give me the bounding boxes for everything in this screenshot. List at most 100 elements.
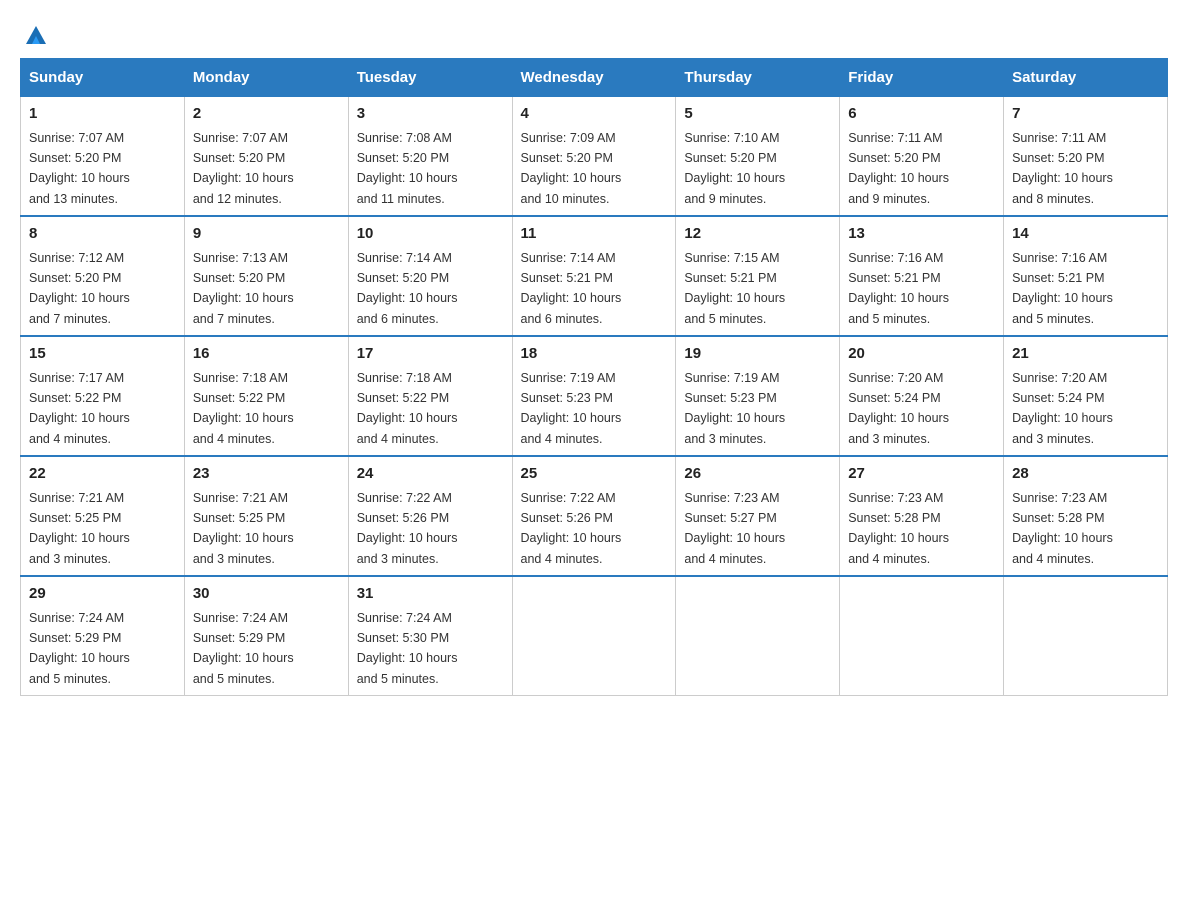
calendar-day-cell <box>512 576 676 696</box>
day-number: 25 <box>521 463 668 486</box>
calendar-day-cell: 13 Sunrise: 7:16 AMSunset: 5:21 PMDaylig… <box>840 216 1004 336</box>
day-of-week-header: Monday <box>184 59 348 97</box>
day-info: Sunrise: 7:13 AMSunset: 5:20 PMDaylight:… <box>193 251 294 326</box>
day-number: 7 <box>1012 103 1159 126</box>
day-of-week-header: Friday <box>840 59 1004 97</box>
day-number: 12 <box>684 223 831 246</box>
day-info: Sunrise: 7:24 AMSunset: 5:29 PMDaylight:… <box>29 611 130 686</box>
logo <box>20 20 52 48</box>
calendar-day-cell: 22 Sunrise: 7:21 AMSunset: 5:25 PMDaylig… <box>21 456 185 576</box>
day-info: Sunrise: 7:14 AMSunset: 5:20 PMDaylight:… <box>357 251 458 326</box>
day-info: Sunrise: 7:16 AMSunset: 5:21 PMDaylight:… <box>1012 251 1113 326</box>
day-info: Sunrise: 7:21 AMSunset: 5:25 PMDaylight:… <box>193 491 294 566</box>
day-number: 17 <box>357 343 504 366</box>
day-info: Sunrise: 7:24 AMSunset: 5:30 PMDaylight:… <box>357 611 458 686</box>
day-number: 10 <box>357 223 504 246</box>
calendar-day-cell: 6 Sunrise: 7:11 AMSunset: 5:20 PMDayligh… <box>840 97 1004 217</box>
calendar-day-cell: 26 Sunrise: 7:23 AMSunset: 5:27 PMDaylig… <box>676 456 840 576</box>
calendar-week-row: 8 Sunrise: 7:12 AMSunset: 5:20 PMDayligh… <box>21 216 1168 336</box>
day-info: Sunrise: 7:23 AMSunset: 5:28 PMDaylight:… <box>1012 491 1113 566</box>
day-number: 11 <box>521 223 668 246</box>
day-info: Sunrise: 7:07 AMSunset: 5:20 PMDaylight:… <box>29 131 130 206</box>
day-of-week-header: Tuesday <box>348 59 512 97</box>
day-info: Sunrise: 7:18 AMSunset: 5:22 PMDaylight:… <box>193 371 294 446</box>
calendar-day-cell <box>676 576 840 696</box>
day-number: 5 <box>684 103 831 126</box>
day-info: Sunrise: 7:23 AMSunset: 5:28 PMDaylight:… <box>848 491 949 566</box>
calendar-day-cell: 10 Sunrise: 7:14 AMSunset: 5:20 PMDaylig… <box>348 216 512 336</box>
day-info: Sunrise: 7:09 AMSunset: 5:20 PMDaylight:… <box>521 131 622 206</box>
day-of-week-header: Saturday <box>1004 59 1168 97</box>
calendar-header-row: SundayMondayTuesdayWednesdayThursdayFrid… <box>21 59 1168 97</box>
calendar-day-cell: 29 Sunrise: 7:24 AMSunset: 5:29 PMDaylig… <box>21 576 185 696</box>
day-number: 29 <box>29 583 176 606</box>
day-of-week-header: Sunday <box>21 59 185 97</box>
day-info: Sunrise: 7:07 AMSunset: 5:20 PMDaylight:… <box>193 131 294 206</box>
day-number: 20 <box>848 343 995 366</box>
day-number: 13 <box>848 223 995 246</box>
calendar-day-cell: 23 Sunrise: 7:21 AMSunset: 5:25 PMDaylig… <box>184 456 348 576</box>
day-info: Sunrise: 7:19 AMSunset: 5:23 PMDaylight:… <box>684 371 785 446</box>
day-of-week-header: Wednesday <box>512 59 676 97</box>
day-number: 4 <box>521 103 668 126</box>
day-info: Sunrise: 7:19 AMSunset: 5:23 PMDaylight:… <box>521 371 622 446</box>
day-number: 3 <box>357 103 504 126</box>
day-number: 2 <box>193 103 340 126</box>
day-number: 26 <box>684 463 831 486</box>
day-number: 19 <box>684 343 831 366</box>
calendar-day-cell <box>840 576 1004 696</box>
day-info: Sunrise: 7:08 AMSunset: 5:20 PMDaylight:… <box>357 131 458 206</box>
calendar-week-row: 1 Sunrise: 7:07 AMSunset: 5:20 PMDayligh… <box>21 97 1168 217</box>
calendar-week-row: 29 Sunrise: 7:24 AMSunset: 5:29 PMDaylig… <box>21 576 1168 696</box>
calendar-day-cell: 28 Sunrise: 7:23 AMSunset: 5:28 PMDaylig… <box>1004 456 1168 576</box>
day-number: 16 <box>193 343 340 366</box>
day-info: Sunrise: 7:22 AMSunset: 5:26 PMDaylight:… <box>521 491 622 566</box>
day-number: 28 <box>1012 463 1159 486</box>
day-info: Sunrise: 7:20 AMSunset: 5:24 PMDaylight:… <box>848 371 949 446</box>
calendar-day-cell: 14 Sunrise: 7:16 AMSunset: 5:21 PMDaylig… <box>1004 216 1168 336</box>
day-info: Sunrise: 7:22 AMSunset: 5:26 PMDaylight:… <box>357 491 458 566</box>
day-info: Sunrise: 7:12 AMSunset: 5:20 PMDaylight:… <box>29 251 130 326</box>
day-number: 27 <box>848 463 995 486</box>
day-number: 30 <box>193 583 340 606</box>
calendar-day-cell: 19 Sunrise: 7:19 AMSunset: 5:23 PMDaylig… <box>676 336 840 456</box>
calendar-day-cell: 30 Sunrise: 7:24 AMSunset: 5:29 PMDaylig… <box>184 576 348 696</box>
calendar-day-cell: 20 Sunrise: 7:20 AMSunset: 5:24 PMDaylig… <box>840 336 1004 456</box>
logo-icon <box>22 20 50 48</box>
day-number: 22 <box>29 463 176 486</box>
day-number: 31 <box>357 583 504 606</box>
day-number: 6 <box>848 103 995 126</box>
calendar-day-cell: 5 Sunrise: 7:10 AMSunset: 5:20 PMDayligh… <box>676 97 840 217</box>
day-of-week-header: Thursday <box>676 59 840 97</box>
day-number: 8 <box>29 223 176 246</box>
day-info: Sunrise: 7:14 AMSunset: 5:21 PMDaylight:… <box>521 251 622 326</box>
day-info: Sunrise: 7:21 AMSunset: 5:25 PMDaylight:… <box>29 491 130 566</box>
day-info: Sunrise: 7:16 AMSunset: 5:21 PMDaylight:… <box>848 251 949 326</box>
day-number: 15 <box>29 343 176 366</box>
calendar-day-cell: 24 Sunrise: 7:22 AMSunset: 5:26 PMDaylig… <box>348 456 512 576</box>
day-info: Sunrise: 7:24 AMSunset: 5:29 PMDaylight:… <box>193 611 294 686</box>
day-info: Sunrise: 7:15 AMSunset: 5:21 PMDaylight:… <box>684 251 785 326</box>
calendar-day-cell: 31 Sunrise: 7:24 AMSunset: 5:30 PMDaylig… <box>348 576 512 696</box>
day-number: 14 <box>1012 223 1159 246</box>
day-number: 24 <box>357 463 504 486</box>
calendar-day-cell: 15 Sunrise: 7:17 AMSunset: 5:22 PMDaylig… <box>21 336 185 456</box>
calendar-day-cell: 4 Sunrise: 7:09 AMSunset: 5:20 PMDayligh… <box>512 97 676 217</box>
day-info: Sunrise: 7:11 AMSunset: 5:20 PMDaylight:… <box>1012 131 1113 206</box>
day-number: 23 <box>193 463 340 486</box>
calendar-day-cell: 27 Sunrise: 7:23 AMSunset: 5:28 PMDaylig… <box>840 456 1004 576</box>
day-info: Sunrise: 7:18 AMSunset: 5:22 PMDaylight:… <box>357 371 458 446</box>
day-info: Sunrise: 7:23 AMSunset: 5:27 PMDaylight:… <box>684 491 785 566</box>
day-info: Sunrise: 7:17 AMSunset: 5:22 PMDaylight:… <box>29 371 130 446</box>
calendar-week-row: 22 Sunrise: 7:21 AMSunset: 5:25 PMDaylig… <box>21 456 1168 576</box>
calendar-day-cell: 21 Sunrise: 7:20 AMSunset: 5:24 PMDaylig… <box>1004 336 1168 456</box>
calendar-day-cell: 9 Sunrise: 7:13 AMSunset: 5:20 PMDayligh… <box>184 216 348 336</box>
day-info: Sunrise: 7:11 AMSunset: 5:20 PMDaylight:… <box>848 131 949 206</box>
day-number: 21 <box>1012 343 1159 366</box>
day-number: 9 <box>193 223 340 246</box>
calendar-day-cell: 2 Sunrise: 7:07 AMSunset: 5:20 PMDayligh… <box>184 97 348 217</box>
page-header <box>20 20 1168 48</box>
calendar-day-cell <box>1004 576 1168 696</box>
day-info: Sunrise: 7:10 AMSunset: 5:20 PMDaylight:… <box>684 131 785 206</box>
calendar-day-cell: 16 Sunrise: 7:18 AMSunset: 5:22 PMDaylig… <box>184 336 348 456</box>
